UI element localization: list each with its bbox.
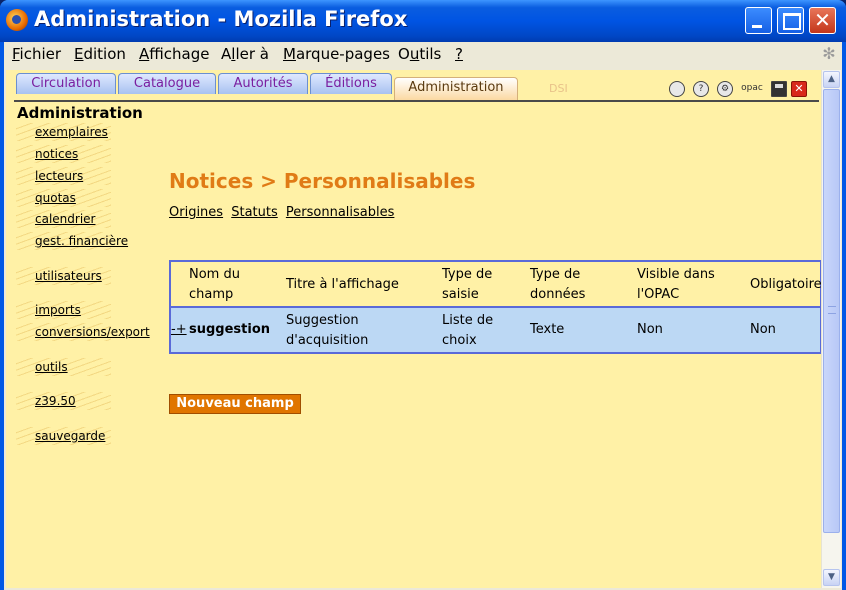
subnav-personnalisables[interactable]: Personnalisables — [286, 205, 395, 220]
sidebar-item-calendrier[interactable]: calendrier — [16, 210, 156, 228]
page-viewport: Circulation Catalogue Autorités Éditions… — [6, 70, 821, 588]
tab-catalogue[interactable]: Catalogue — [118, 73, 216, 94]
scroll-thumb[interactable] — [823, 89, 840, 533]
field-name[interactable]: suggestion — [189, 320, 270, 340]
header-type-saisie: Type de saisie — [442, 267, 493, 302]
field-required: Non — [750, 322, 776, 337]
table-header-row: Nom du champ Titre à l'affichage Type de… — [171, 262, 821, 306]
menu-bar: Fichier Edition Affichage Aller à Marque… — [4, 42, 842, 66]
custom-fields-table: Nom du champ Titre à l'affichage Type de… — [169, 260, 821, 354]
new-field-button[interactable]: Nouveau champ — [169, 394, 301, 414]
minimize-button[interactable] — [745, 7, 772, 34]
opac-icon[interactable]: opac — [741, 81, 763, 97]
tab-editions[interactable]: Éditions — [310, 73, 392, 94]
menu-fichier[interactable]: Fichier — [12, 45, 61, 63]
subnav-origines[interactable]: Origines — [169, 205, 223, 220]
tab-underline — [14, 100, 819, 102]
save-icon[interactable] — [771, 81, 787, 97]
sidebar-item-notices[interactable]: notices — [16, 145, 156, 163]
header-visible-opac: Visible dans l'OPAC — [637, 267, 715, 302]
sidebar-item-z3950[interactable]: z39.50 — [16, 392, 156, 410]
sidebar-item-lecteurs[interactable]: lecteurs — [16, 167, 156, 185]
header-titre-affichage: Titre à l'affichage — [286, 277, 399, 292]
scroll-up-button[interactable]: ▲ — [823, 71, 840, 88]
ghost-tab-label: DSI — [549, 82, 568, 95]
tab-circulation[interactable]: Circulation — [16, 73, 116, 94]
move-field-link[interactable]: -+ — [171, 320, 187, 340]
subnav-statuts[interactable]: Statuts — [231, 205, 278, 220]
throbber-icon: ✻ — [822, 44, 836, 63]
menu-affichage[interactable]: Affichage — [139, 45, 209, 63]
title-bar[interactable]: Administration - Mozilla Firefox ✕ — [0, 0, 846, 42]
browser-client: Fichier Edition Affichage Aller à Marque… — [4, 42, 842, 590]
maximize-button[interactable] — [777, 7, 804, 34]
menu-marque-pages[interactable]: Marque-pages — [283, 45, 390, 63]
table-row[interactable]: -+ suggestion Suggestion d'acquisition L… — [171, 306, 820, 352]
header-nom-du-champ: Nom du champ — [189, 267, 240, 302]
menu-help[interactable]: ? — [455, 45, 463, 63]
menu-edition[interactable]: Edition — [74, 45, 126, 63]
subnav: Origines Statuts Personnalisables — [169, 205, 398, 220]
sidebar-item-sauvegarde[interactable]: sauvegarde — [16, 427, 156, 445]
sidebar-item-quotas[interactable]: quotas — [16, 189, 156, 207]
close-window-button[interactable]: ✕ — [809, 7, 836, 34]
settings-icon[interactable]: ⚙ — [717, 81, 733, 97]
tab-autorites[interactable]: Autorités — [218, 73, 308, 94]
field-visible-opac: Non — [637, 322, 663, 337]
sidebar-item-exemplaires[interactable]: exemplaires — [16, 123, 156, 141]
menu-aller-a[interactable]: Aller à — [221, 45, 269, 63]
window-title: Administration - Mozilla Firefox — [34, 7, 408, 31]
menu-outils[interactable]: Outils — [398, 45, 441, 63]
admin-sidebar: Administration exemplaires notices lecte… — [6, 104, 166, 584]
firefox-icon — [6, 9, 28, 31]
vertical-scrollbar[interactable]: ▲ ▼ — [821, 70, 841, 588]
sidebar-item-outils[interactable]: outils — [16, 358, 156, 376]
browser-window: Administration - Mozilla Firefox ✕ Fichi… — [0, 0, 846, 590]
header-type-donnees: Type de données — [530, 267, 586, 302]
tool-globe-icon[interactable] — [669, 81, 685, 97]
sidebar-item-imports[interactable]: imports — [16, 301, 156, 319]
logout-icon[interactable]: ✕ — [791, 81, 807, 97]
help-icon[interactable]: ? — [693, 81, 709, 97]
sidebar-item-utilisateurs[interactable]: utilisateurs — [16, 267, 156, 285]
sidebar-item-conversions-export[interactable]: conversions/export — [16, 323, 156, 341]
field-display-title: Suggestion d'acquisition — [286, 313, 369, 348]
page-title: Notices > Personnalisables — [169, 169, 476, 193]
header-obligatoire: Obligatoire — [750, 277, 821, 292]
scroll-down-button[interactable]: ▼ — [823, 569, 840, 586]
field-data-type: Texte — [530, 322, 565, 337]
field-input-type: Liste de choix — [442, 313, 494, 348]
sidebar-title: Administration — [17, 104, 143, 122]
sidebar-item-gest-financiere[interactable]: gest. financière — [16, 232, 156, 250]
tab-administration[interactable]: Administration — [394, 77, 518, 101]
